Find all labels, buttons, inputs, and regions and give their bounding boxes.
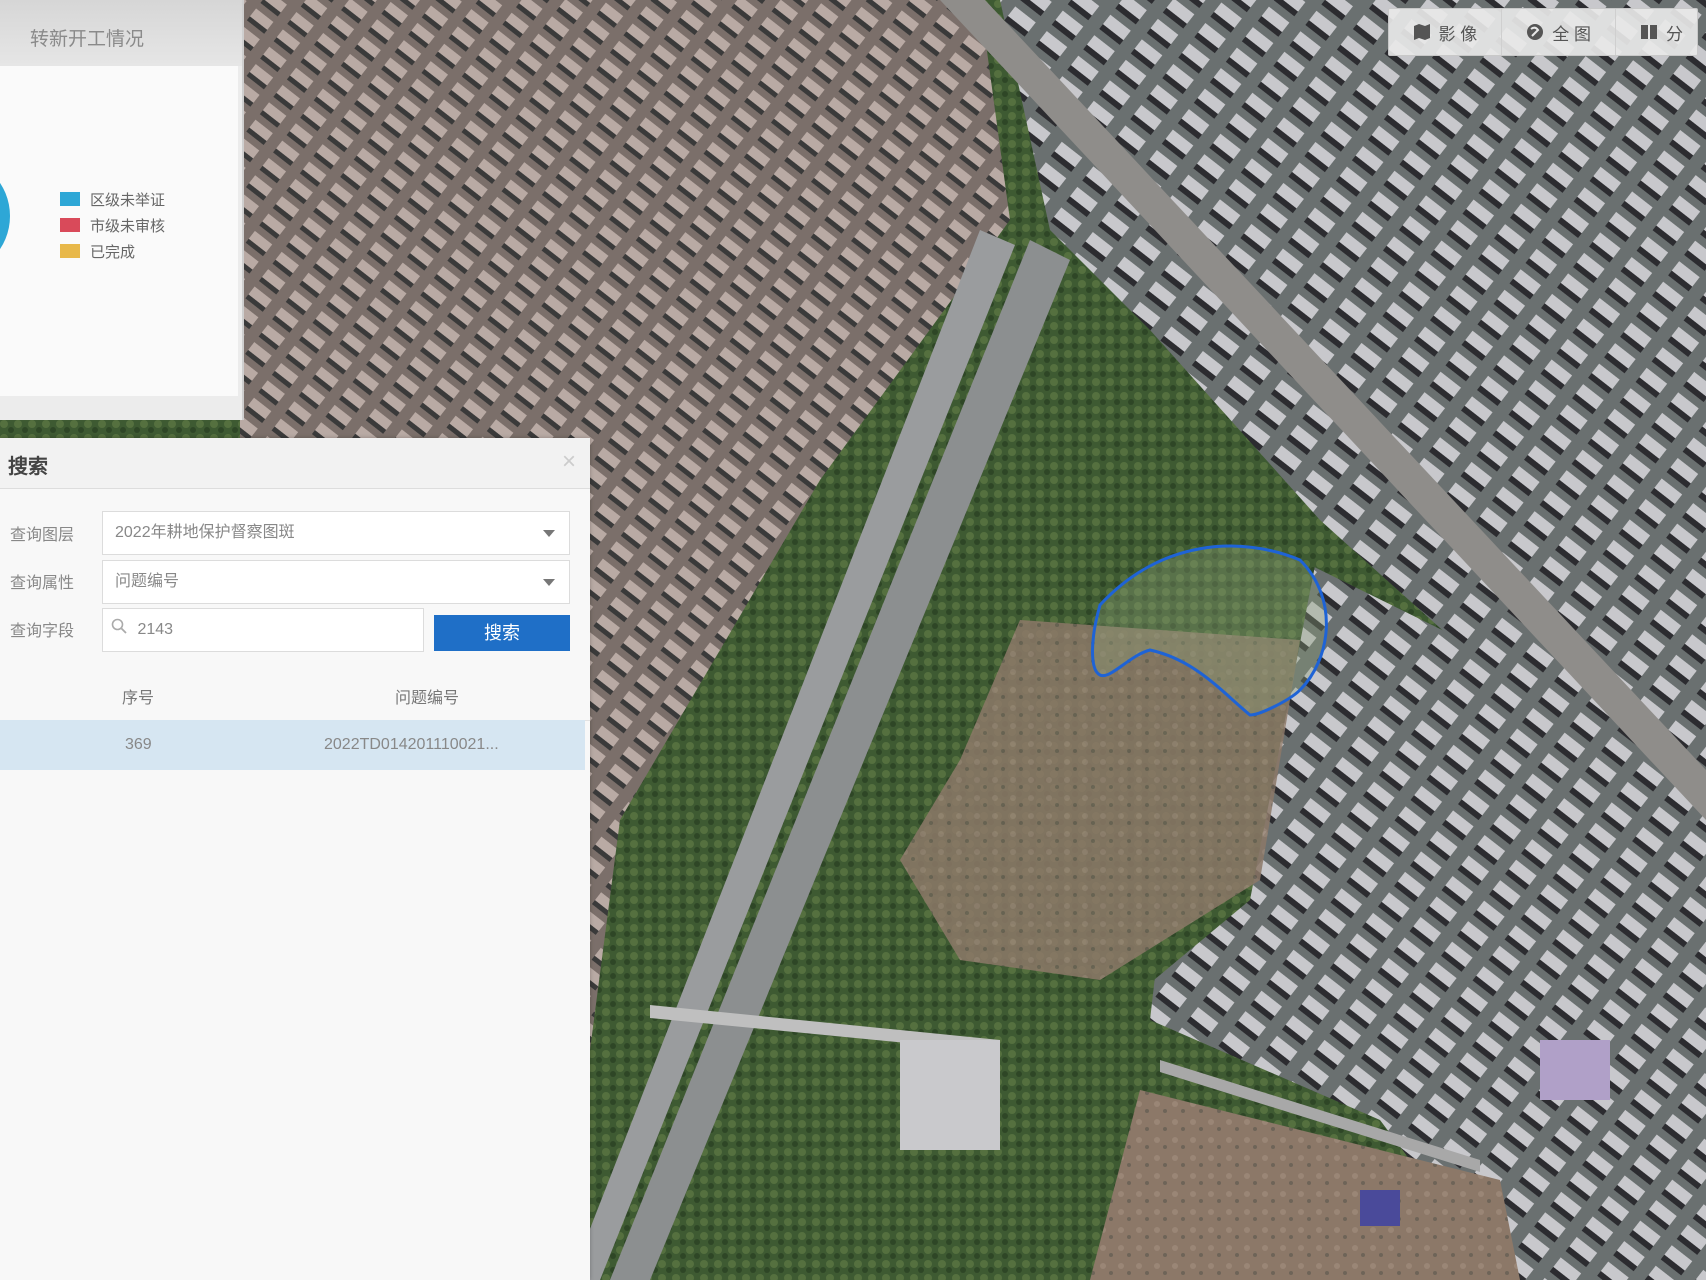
row-code: 2022TD014201110021... [324, 736, 499, 753]
column-header-code: 问题编号 [395, 690, 460, 707]
globe-icon [1526, 23, 1544, 41]
legend-label: 区级未举证 [90, 191, 166, 209]
chevron-down-icon [543, 530, 555, 537]
search-panel: 搜索 × 查询图层 2022年耕地保护督察图斑 查询属性 问题编号 查询字段 2… [0, 438, 590, 1280]
split-label: 分 [1666, 24, 1683, 44]
layer-select[interactable]: 2022年耕地保护督察图斑 [102, 511, 570, 555]
search-button[interactable]: 搜索 [434, 615, 570, 651]
layer-value: 2022年耕地保护督察图斑 [115, 524, 295, 541]
layer-label: 查询图层 [10, 527, 75, 544]
legend-swatch [60, 218, 80, 232]
column-header-index: 序号 [122, 690, 155, 707]
chart-legend: 区级未举证 市级未审核 已完成 [60, 186, 165, 264]
full-extent-button[interactable]: 全 图 [1502, 9, 1616, 55]
legend-label: 市级未审核 [90, 217, 166, 235]
legend-label: 已完成 [90, 243, 136, 261]
map-toolbar: 影 像 全 图 分 [1387, 8, 1698, 56]
results-table-header: 序号 问题编号 [0, 664, 590, 721]
split-button[interactable]: 分 [1616, 9, 1697, 55]
search-icon [111, 609, 127, 651]
field-label: 查询字段 [10, 623, 75, 640]
legend-swatch [60, 192, 80, 206]
imagery-label: 影 像 [1438, 24, 1478, 44]
map-icon [1413, 23, 1431, 41]
legend-item[interactable]: 区级未举证 [60, 186, 165, 212]
full-extent-label: 全 图 [1552, 24, 1591, 44]
row-index: 369 [125, 736, 152, 753]
stats-title: 转新开工情况 [0, 0, 242, 66]
stats-panel: 转新开工情况 区级未举证 市级未审核 已完成 [0, 0, 244, 420]
legend-item[interactable]: 已完成 [60, 238, 165, 264]
legend-item[interactable]: 市级未审核 [60, 212, 165, 238]
split-icon [1640, 23, 1658, 41]
pie-chart-slice[interactable] [0, 156, 10, 276]
attr-value: 问题编号 [115, 573, 180, 590]
table-row[interactable]: 369 2022TD014201110021... [0, 720, 585, 770]
attr-select[interactable]: 问题编号 [102, 560, 570, 604]
chevron-down-icon [543, 579, 555, 586]
search-title: 搜索 [8, 456, 48, 478]
search-header: 搜索 × [0, 438, 590, 489]
search-input-value: 2143 [137, 621, 174, 639]
imagery-button[interactable]: 影 像 [1389, 9, 1503, 55]
attr-label: 查询属性 [10, 575, 75, 592]
stats-chart-area: 区级未举证 市级未审核 已完成 [0, 66, 238, 396]
close-icon[interactable]: × [562, 448, 576, 476]
search-input[interactable]: 2143 [102, 608, 424, 652]
legend-swatch [60, 244, 80, 258]
